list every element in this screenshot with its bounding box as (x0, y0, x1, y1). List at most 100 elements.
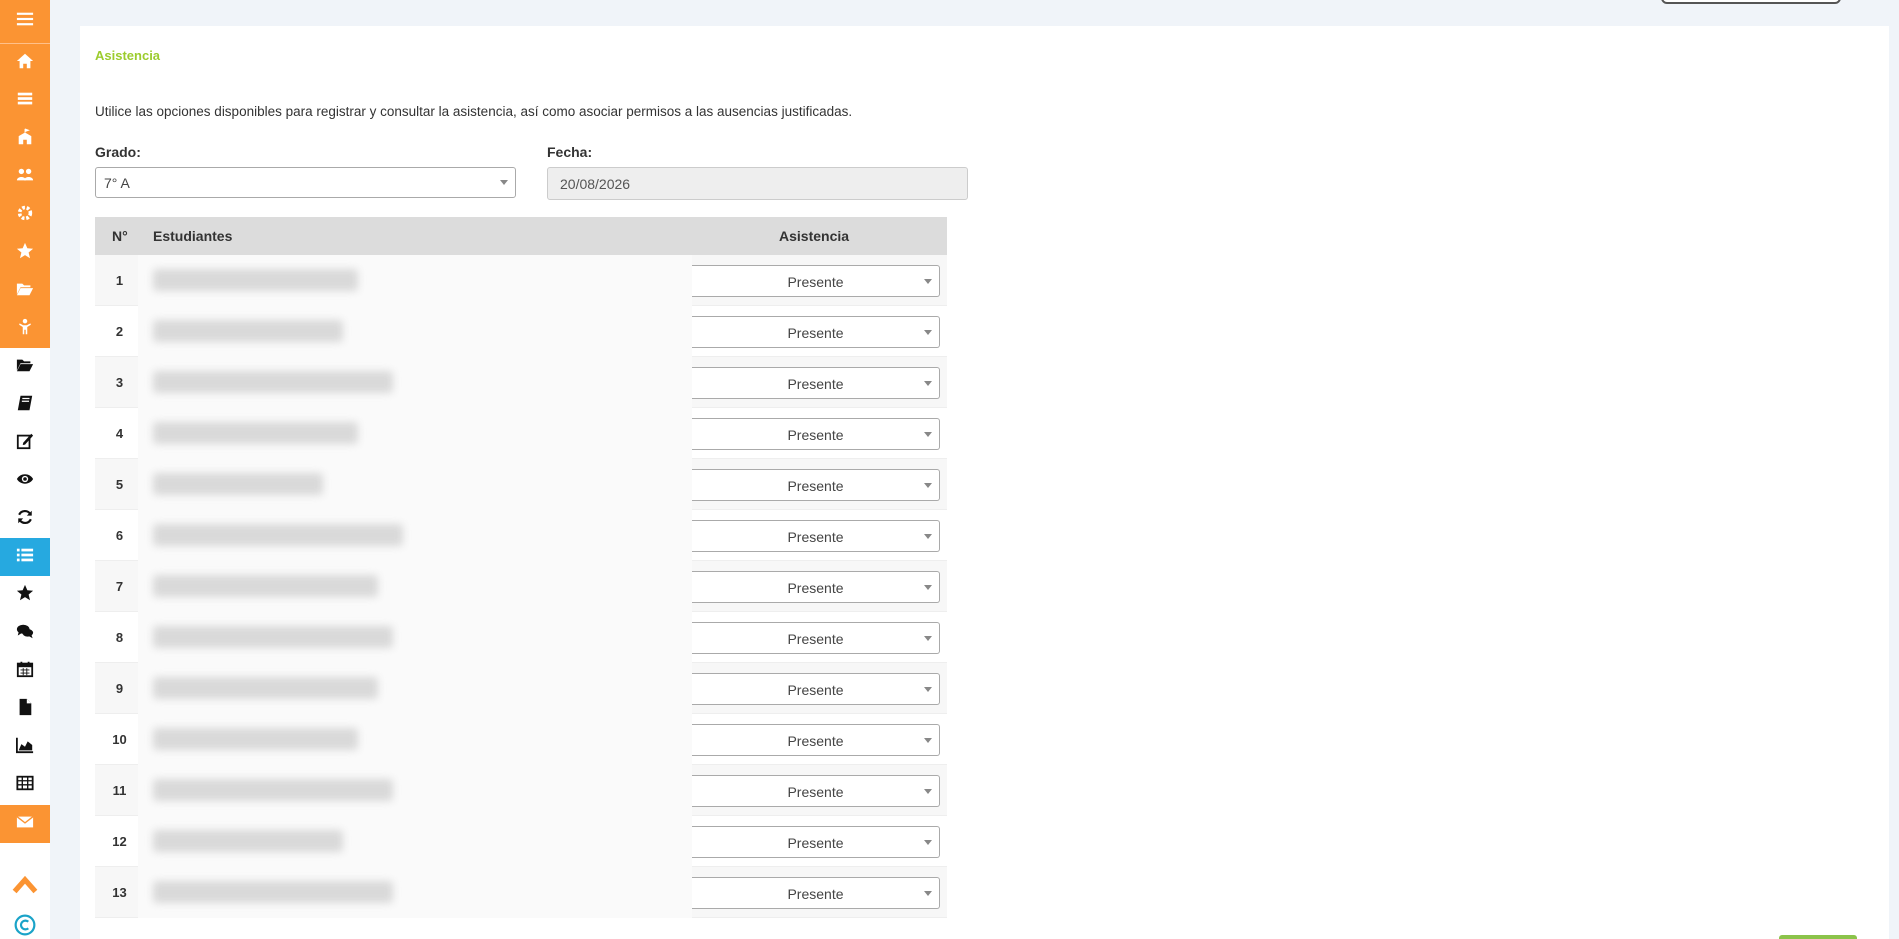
table-row: 2 Presente (95, 306, 947, 357)
sidebar-item-refresh[interactable] (0, 500, 50, 538)
attendance-value: Presente (787, 325, 844, 341)
redacted-student-name (153, 728, 358, 750)
chevron-down-icon (924, 585, 932, 590)
student-name-cell (138, 459, 692, 510)
header-attendance: Asistencia (779, 228, 850, 244)
save-button[interactable] (1779, 935, 1857, 939)
fecha-value: 20/08/2026 (560, 176, 631, 192)
attendance-value: Presente (787, 784, 844, 800)
student-name-cell (138, 663, 692, 714)
attendance-select[interactable]: Presente (692, 469, 940, 501)
row-number: 4 (115, 426, 124, 441)
sidebar-item-table[interactable] (0, 766, 50, 804)
student-name-cell (138, 867, 692, 918)
star-icon (16, 584, 34, 607)
chevron-down-icon (924, 330, 932, 335)
sidebar-item-calendar[interactable] (0, 652, 50, 690)
sidebar-item-child[interactable] (0, 310, 50, 348)
header-num: N° (112, 228, 128, 244)
attendance-select[interactable]: Presente (692, 367, 940, 399)
chevron-down-icon (924, 687, 932, 692)
row-number: 10 (112, 732, 127, 747)
sidebar-item-star-2[interactable] (0, 576, 50, 614)
chevron-down-icon (924, 738, 932, 743)
sidebar-item-chart[interactable] (0, 728, 50, 766)
book-icon (16, 394, 34, 417)
table-header: N° Estudiantes Asistencia (95, 217, 947, 255)
row-number: 12 (112, 834, 127, 849)
redacted-student-name (153, 779, 393, 801)
sidebar-item-folder-2[interactable] (0, 348, 50, 386)
sidebar-item-book[interactable] (0, 386, 50, 424)
scroll-top-button[interactable] (0, 868, 50, 906)
sidebar-item-view[interactable] (0, 462, 50, 500)
grado-label: Grado: (95, 144, 141, 160)
table-icon (16, 774, 34, 797)
attendance-select[interactable]: Presente (692, 622, 940, 654)
row-number: 11 (112, 783, 127, 798)
chat-icon (16, 622, 34, 645)
sidebar-item-home[interactable] (0, 44, 50, 82)
attendance-select[interactable]: Presente (692, 724, 940, 756)
table-row: 8 Presente (95, 612, 947, 663)
attendance-select[interactable]: Presente (692, 316, 940, 348)
attendance-select[interactable]: Presente (692, 673, 940, 705)
sidebar-item-star[interactable] (0, 234, 50, 272)
attendance-value: Presente (787, 733, 844, 749)
attendance-value: Presente (787, 529, 844, 545)
attendance-select[interactable]: Presente (692, 265, 940, 297)
menu-toggle-button[interactable] (0, 0, 50, 44)
attendance-value: Presente (787, 478, 844, 494)
sidebar-item-mail[interactable] (0, 805, 50, 843)
edit-icon (16, 432, 34, 455)
copyright-link[interactable] (0, 912, 50, 939)
fecha-input[interactable]: 20/08/2026 (547, 167, 968, 200)
student-name-cell (138, 765, 692, 816)
table-row: 3 Presente (95, 357, 947, 408)
grado-select[interactable]: 7° A (95, 167, 516, 198)
refresh-icon (16, 508, 34, 531)
folder-open-icon (16, 356, 34, 379)
attendance-select[interactable]: Presente (692, 571, 940, 603)
table-row: 11 Presente (95, 765, 947, 816)
attendance-select[interactable]: Presente (692, 418, 940, 450)
chevron-down-icon (924, 636, 932, 641)
attendance-card: Asistencia Utilice las opciones disponib… (80, 26, 1889, 939)
table-row: 10 Presente (95, 714, 947, 765)
table-body: 1 Presente 2 Presente 3 Presente 4 Presente 5 Pre… (95, 255, 947, 918)
page-description: Utilice las opciones disponibles para re… (95, 104, 853, 119)
table-row: 4 Presente (95, 408, 947, 459)
redacted-student-name (153, 473, 323, 495)
school-icon (16, 127, 34, 151)
sidebar-item-list[interactable] (0, 82, 50, 120)
table-row: 6 Presente (95, 510, 947, 561)
users-icon (16, 166, 34, 189)
sidebar-item-attendance[interactable] (0, 538, 50, 576)
sidebar-item-settings[interactable] (0, 196, 50, 234)
attendance-value: Presente (787, 886, 844, 902)
attendance-select[interactable]: Presente (692, 775, 940, 807)
sidebar-item-folder[interactable] (0, 272, 50, 310)
page-title: Asistencia (95, 48, 161, 63)
attendance-select[interactable]: Presente (692, 826, 940, 858)
attendance-select[interactable]: Presente (692, 877, 940, 909)
student-name-cell (138, 357, 692, 408)
eye-icon (16, 470, 34, 493)
sidebar-item-users[interactable] (0, 158, 50, 196)
row-number: 1 (115, 273, 124, 288)
sidebar-item-file[interactable] (0, 690, 50, 728)
sidebar-item-chat[interactable] (0, 614, 50, 652)
student-name-cell (138, 714, 692, 765)
attendance-select[interactable]: Presente (692, 520, 940, 552)
gear-icon (16, 204, 34, 227)
sidebar-item-edit[interactable] (0, 424, 50, 462)
redacted-student-name (153, 575, 378, 597)
table-row: 5 Presente (95, 459, 947, 510)
redacted-student-name (153, 371, 393, 393)
top-action-button[interactable] (1661, 0, 1841, 4)
student-name-cell (138, 561, 692, 612)
sidebar-item-school[interactable] (0, 120, 50, 158)
home-icon (16, 52, 34, 75)
list-ul-icon (16, 546, 34, 569)
chevron-down-icon (924, 483, 932, 488)
